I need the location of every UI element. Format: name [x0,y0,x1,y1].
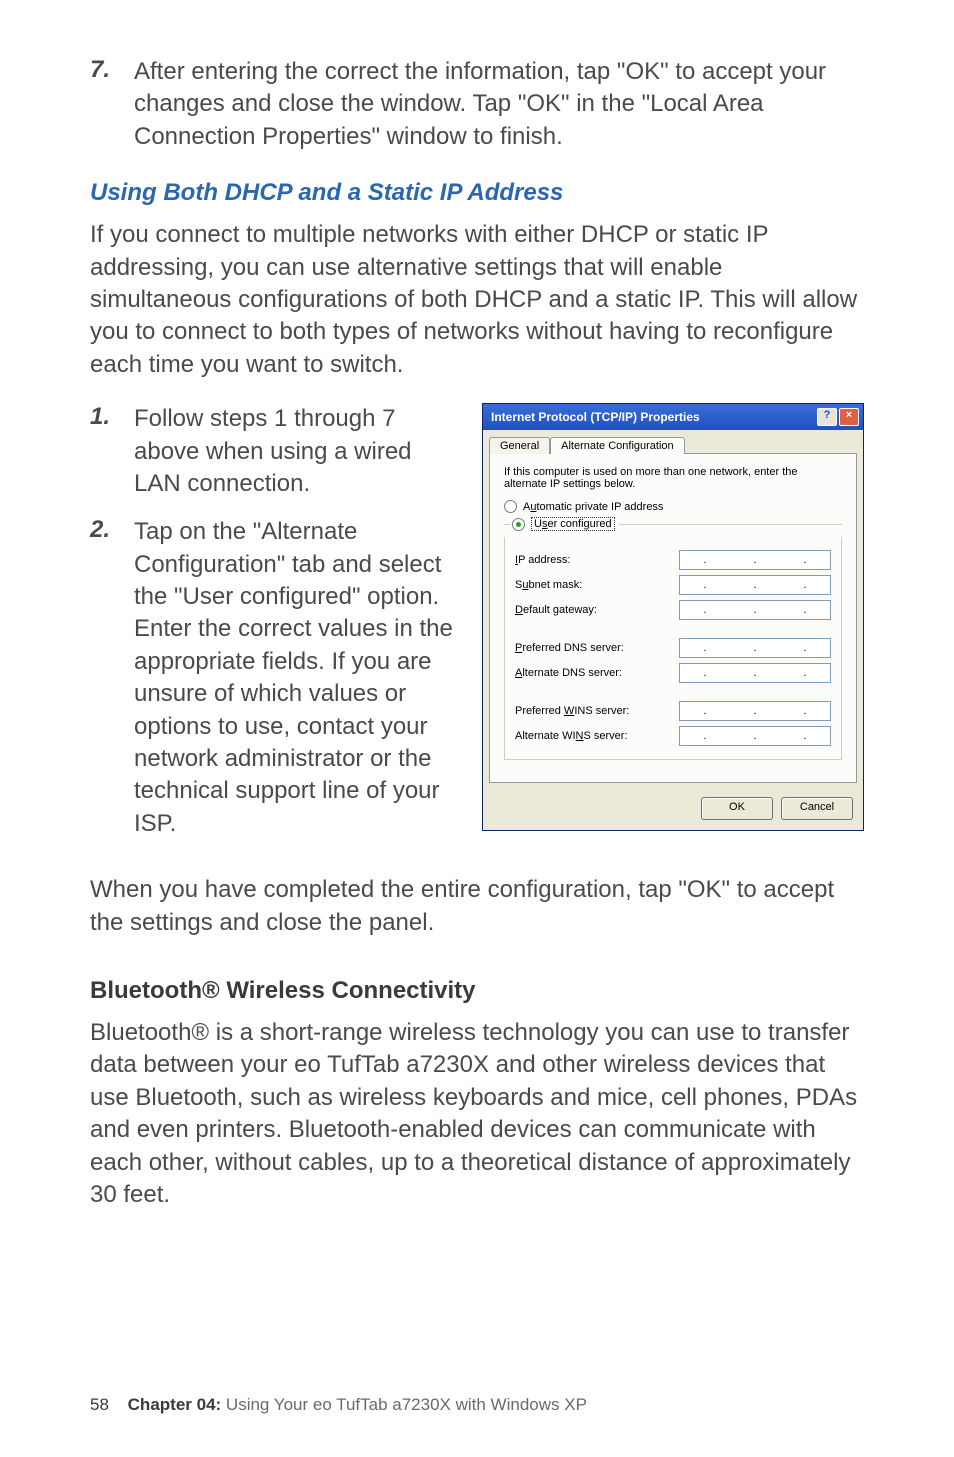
radio-automatic[interactable] [504,500,517,513]
radio-user-configured-label: User configured [531,517,615,531]
input-preferred-wins[interactable]: ... [679,701,831,721]
tab-strip: General Alternate Configuration [483,430,863,453]
label-preferred-wins: Preferred WINS server: [515,705,679,717]
tab-alternate-configuration[interactable]: Alternate Configuration [550,437,685,454]
label-alternate-wins: Alternate WINS server: [515,730,679,742]
step-number-1: 1. [90,403,134,500]
input-preferred-dns[interactable]: ... [679,638,831,658]
radio-user-configured[interactable] [512,518,525,531]
input-subnet-mask[interactable]: ... [679,575,831,595]
input-alternate-wins[interactable]: ... [679,726,831,746]
dialog-title: Internet Protocol (TCP/IP) Properties [491,410,700,424]
paragraph-completion: When you have completed the entire confi… [90,874,864,939]
heading-dhcp-static: Using Both DHCP and a Static IP Address [90,179,864,207]
step-number-2: 2. [90,516,134,840]
chapter-text: Using Your eo TufTab a7230X with Windows… [221,1395,587,1414]
dialog-description: If this computer is used on more than on… [504,466,842,490]
input-default-gateway[interactable]: ... [679,600,831,620]
page-number: 58 [90,1395,109,1414]
tcpip-properties-dialog: Internet Protocol (TCP/IP) Properties ? … [482,403,864,831]
paragraph-bluetooth: Bluetooth® is a short-range wireless tec… [90,1017,864,1211]
close-button[interactable]: × [839,408,859,426]
label-default-gateway: Default gateway: [515,604,679,616]
tab-general[interactable]: General [489,437,550,454]
heading-bluetooth: Bluetooth® Wireless Connectivity [90,977,864,1005]
ok-button[interactable]: OK [701,797,773,820]
cancel-button[interactable]: Cancel [781,797,853,820]
radio-automatic-label: Automatic private IP address [523,501,663,513]
label-alternate-dns: Alternate DNS server: [515,667,679,679]
tab-page: If this computer is used on more than on… [489,453,857,783]
dialog-titlebar[interactable]: Internet Protocol (TCP/IP) Properties ? … [483,404,863,430]
step-text-7: After entering the correct the informati… [134,56,864,153]
label-preferred-dns: Preferred DNS server: [515,642,679,654]
page-footer: 58 Chapter 04: Using Your eo TufTab a723… [90,1395,587,1415]
paragraph-intro: If you connect to multiple networks with… [90,219,864,381]
step-text-2: Tap on the "Alternate Configuration" tab… [134,516,458,840]
label-subnet-mask: Subnet mask: [515,579,679,591]
user-configured-group: IP address: ... Subnet mask: ... Default… [504,537,842,760]
input-ip-address[interactable]: ... [679,550,831,570]
step-number-7: 7. [90,56,134,153]
label-ip-address: IP address: [515,554,679,566]
input-alternate-dns[interactable]: ... [679,663,831,683]
step-text-1: Follow steps 1 through 7 above when usin… [134,403,458,500]
help-button[interactable]: ? [817,408,837,426]
chapter-label: Chapter 04: [128,1395,222,1414]
